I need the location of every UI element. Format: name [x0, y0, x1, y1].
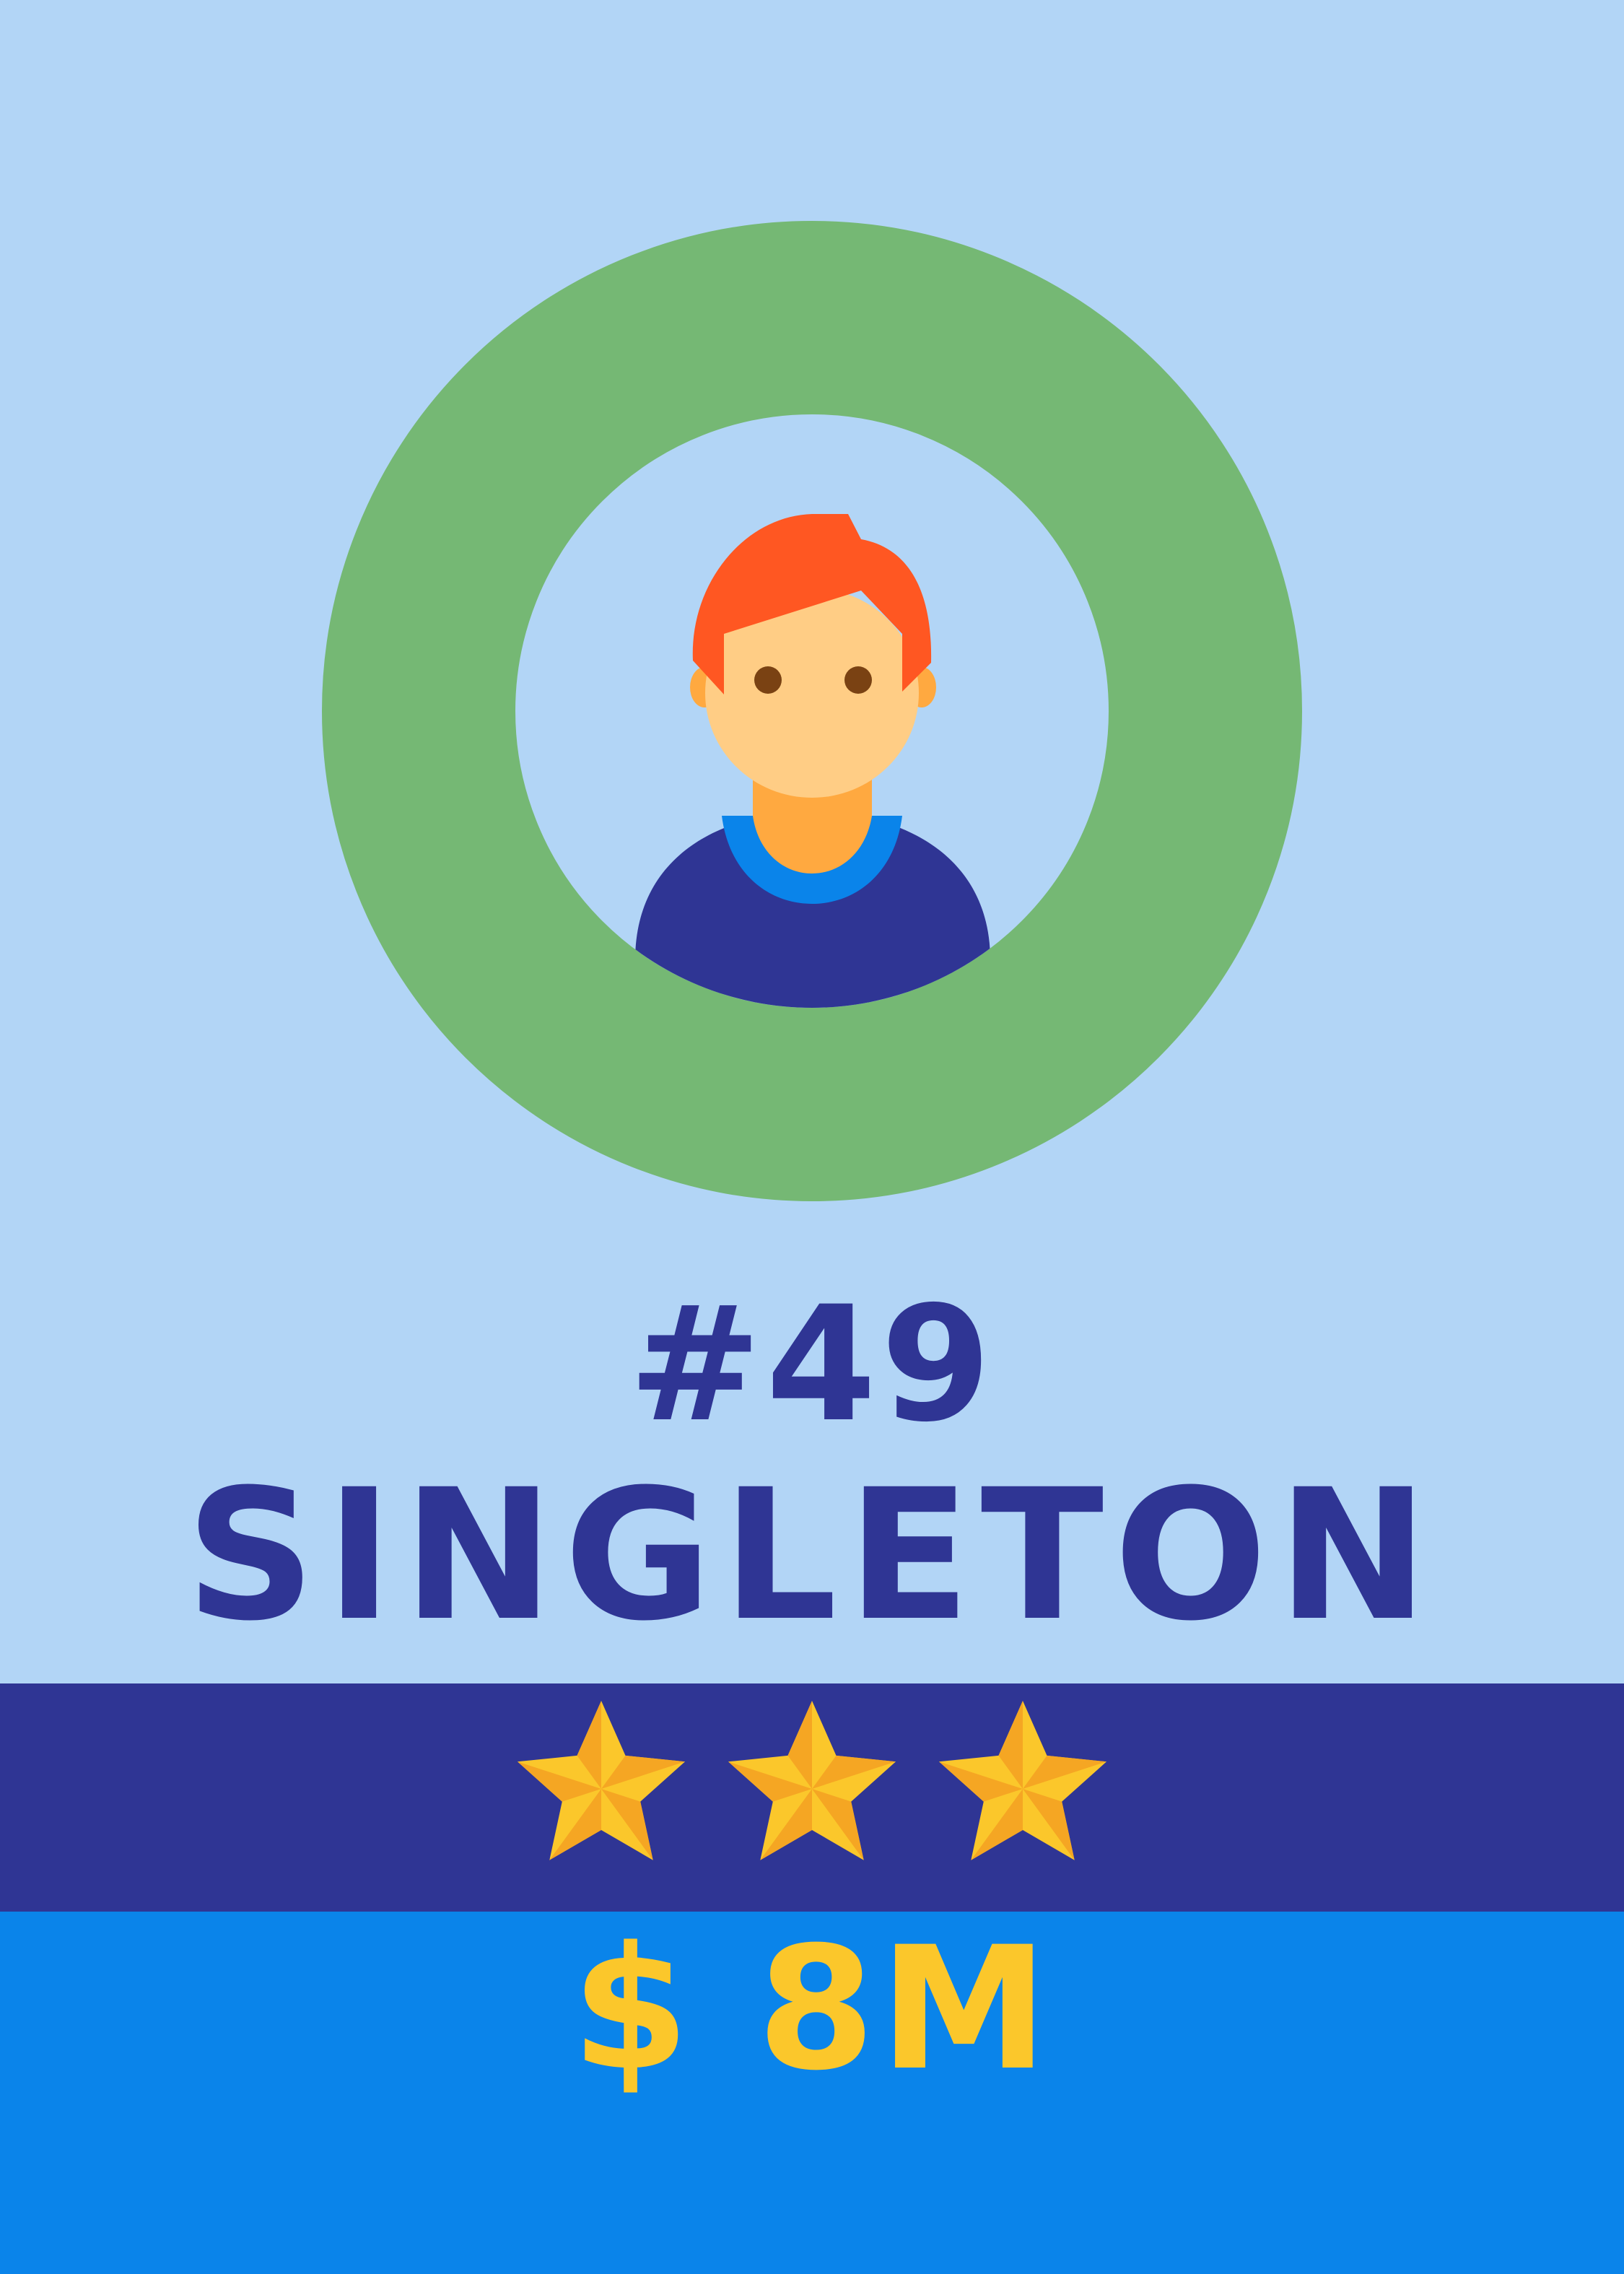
star-rating-band [0, 1683, 1624, 1912]
player-portrait [322, 221, 1302, 1201]
player-rank: #49 [628, 1272, 996, 1457]
star-icon [938, 1701, 1107, 1860]
player-card: #49 SINGLETON $ 8M [0, 0, 1624, 2274]
star-rating [517, 1701, 1107, 1860]
player-name: SINGLETON [185, 1450, 1439, 1660]
star-icon [728, 1701, 896, 1860]
star-icon [517, 1701, 686, 1860]
male-player-avatar-icon [635, 514, 990, 1008]
player-value: $ 8M [571, 1911, 1053, 2108]
